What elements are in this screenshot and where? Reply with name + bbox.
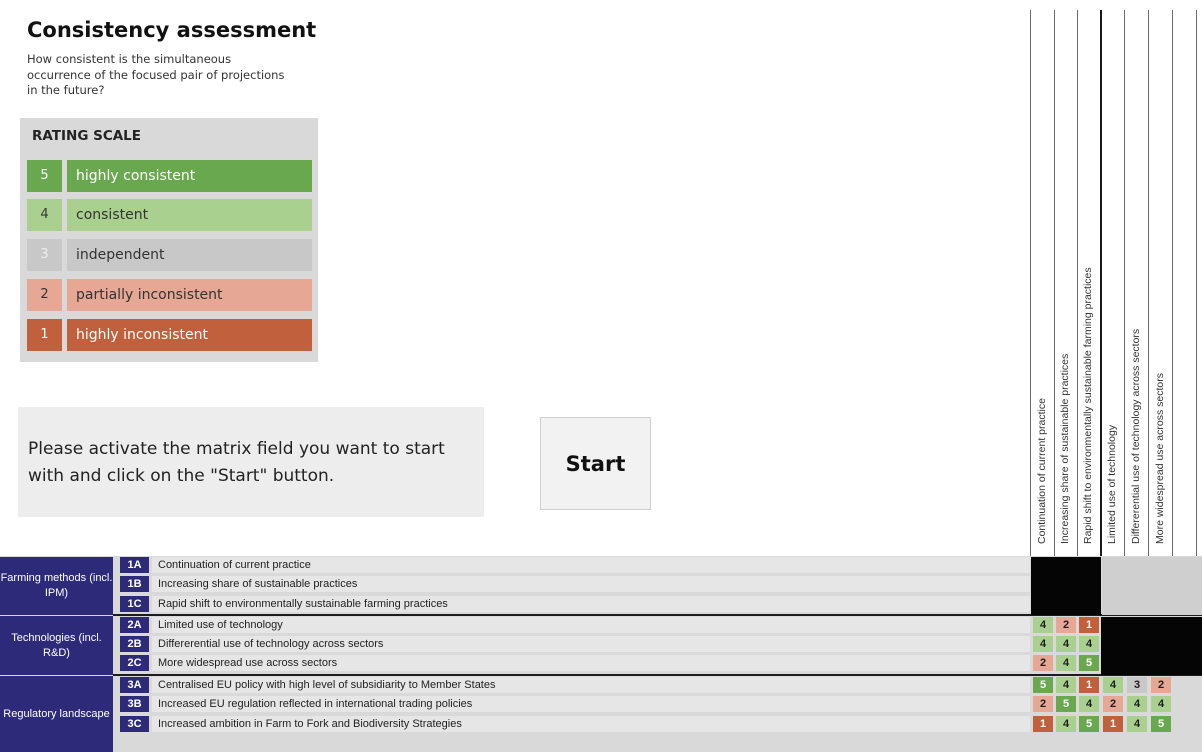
rating-value: 4 <box>27 199 62 231</box>
page-subtitle: How consistent is the simultaneous occur… <box>27 52 285 97</box>
matrix-cell-3a-6[interactable]: 2 <box>1151 677 1171 693</box>
rating-scale-item-1: 1 highly inconsistent <box>27 319 312 351</box>
column-divider <box>1148 10 1149 558</box>
row-label: Increased EU regulation reflected in int… <box>152 696 1030 712</box>
matrix-cell-2a-3[interactable]: 1 <box>1079 617 1099 633</box>
rating-label: consistent <box>67 199 312 231</box>
column-header-label: More widespread use across sectors <box>1154 373 1166 544</box>
column-header-1c[interactable]: Rapid shift to environmentally sustainab… <box>1078 10 1100 556</box>
row-code: 1B <box>120 576 149 592</box>
matrix-cell-2a-1[interactable]: 4 <box>1033 617 1053 633</box>
page-title: Consistency assessment <box>27 18 317 42</box>
matrix-cell-3b-1[interactable]: 2 <box>1033 696 1053 712</box>
column-header-1b[interactable]: Increasing share of sustainable practice… <box>1055 10 1077 556</box>
row-code: 2A <box>120 617 149 633</box>
group-farming-methods: Farming methods (incl. IPM) <box>0 557 113 615</box>
rating-scale-item-2: 2 partially inconsistent <box>27 279 312 311</box>
rating-value: 2 <box>27 279 62 311</box>
column-header-2a[interactable]: Limited use of technology <box>1102 10 1124 556</box>
row-code: 1A <box>120 557 149 573</box>
rating-scale-title: RATING SCALE <box>32 128 142 144</box>
row-label: Rapid shift to environmentally sustainab… <box>152 596 1030 612</box>
matrix-cell-3b-2[interactable]: 5 <box>1056 696 1076 712</box>
row-label: Centralised EU policy with high level of… <box>152 677 1030 693</box>
matrix-cell-2b-1[interactable]: 4 <box>1033 636 1053 652</box>
matrix-cell-3c-6[interactable]: 5 <box>1151 716 1171 732</box>
matrix-cell-3c-3[interactable]: 5 <box>1079 716 1099 732</box>
matrix-cell-2c-1[interactable]: 2 <box>1033 655 1053 671</box>
row-label: Increasing share of sustainable practice… <box>152 576 1030 592</box>
group-regulatory-landscape: Regulatory landscape <box>0 676 113 752</box>
matrix-cell-3a-4[interactable]: 4 <box>1103 677 1123 693</box>
column-divider <box>1124 10 1125 558</box>
matrix-cell-3b-6[interactable]: 4 <box>1151 696 1171 712</box>
matrix-cell-2a-2[interactable]: 2 <box>1056 617 1076 633</box>
row-label: Limited use of technology <box>152 617 1030 633</box>
matrix-cell-3b-4[interactable]: 2 <box>1103 696 1123 712</box>
matrix-cell-3a-2[interactable]: 4 <box>1056 677 1076 693</box>
column-header-1a[interactable]: Continuation of current practice <box>1032 10 1054 556</box>
start-button[interactable]: Start <box>540 417 651 510</box>
column-divider <box>1172 10 1173 558</box>
row-code: 3A <box>120 677 149 693</box>
matrix-cell-3c-5[interactable]: 4 <box>1127 716 1147 732</box>
rating-label: highly inconsistent <box>67 319 312 351</box>
group-separator <box>113 674 1202 676</box>
matrix-diagonal-block <box>1101 617 1202 675</box>
column-header-2c[interactable]: More widespread use across sectors <box>1150 10 1172 556</box>
row-code: 3C <box>120 716 149 732</box>
row-code: 3B <box>120 696 149 712</box>
column-divider <box>1030 10 1031 558</box>
column-header-label: Continuation of current practice <box>1036 398 1048 544</box>
matrix-cell-3b-5[interactable]: 4 <box>1127 696 1147 712</box>
row-label: Differerential use of technology across … <box>152 636 1030 652</box>
rating-label: highly consistent <box>67 160 312 192</box>
rating-scale-item-3: 3 independent <box>27 239 312 271</box>
rating-scale-item-5: 5 highly consistent <box>27 160 312 192</box>
group-technologies: Technologies (incl. R&D) <box>0 616 113 675</box>
matrix-cell-2b-2[interactable]: 4 <box>1056 636 1076 652</box>
column-header-label: Differerential use of technology across … <box>1130 328 1142 544</box>
rating-label: independent <box>67 239 312 271</box>
matrix-cell-2b-3[interactable]: 4 <box>1079 636 1099 652</box>
column-divider <box>1196 10 1197 558</box>
rating-value: 1 <box>27 319 62 351</box>
column-header-label: Increasing share of sustainable practice… <box>1059 353 1071 544</box>
matrix-cell-3c-1[interactable]: 1 <box>1033 716 1053 732</box>
rating-label: partially inconsistent <box>67 279 312 311</box>
matrix-cell-3a-1[interactable]: 5 <box>1033 677 1053 693</box>
matrix-empty-block <box>1102 557 1202 615</box>
matrix-diagonal-block <box>1031 557 1101 615</box>
rating-scale-item-4: 4 consistent <box>27 199 312 231</box>
matrix-cell-3c-4[interactable]: 1 <box>1103 716 1123 732</box>
rating-value: 3 <box>27 239 62 271</box>
matrix-cell-3a-5[interactable]: 3 <box>1127 677 1147 693</box>
column-header-label: Rapid shift to environmentally sustainab… <box>1082 267 1094 544</box>
row-label: Continuation of current practice <box>152 557 1030 573</box>
instructions-text: Please activate the matrix field you wan… <box>28 439 445 486</box>
column-header-label: Limited use of technology <box>1106 424 1118 544</box>
matrix-cell-3a-3[interactable]: 1 <box>1079 677 1099 693</box>
rating-value: 5 <box>27 160 62 192</box>
row-code: 2C <box>120 655 149 671</box>
matrix-cell-2c-3[interactable]: 5 <box>1079 655 1099 671</box>
matrix-cell-3b-3[interactable]: 4 <box>1079 696 1099 712</box>
row-code: 1C <box>120 596 149 612</box>
row-code: 2B <box>120 636 149 652</box>
matrix-cell-2c-2[interactable]: 4 <box>1056 655 1076 671</box>
row-label: Increased ambition in Farm to Fork and B… <box>152 716 1030 732</box>
column-header-2b[interactable]: Differerential use of technology across … <box>1126 10 1148 556</box>
matrix-cell-3c-2[interactable]: 4 <box>1056 716 1076 732</box>
row-label: More widespread use across sectors <box>152 655 1030 671</box>
